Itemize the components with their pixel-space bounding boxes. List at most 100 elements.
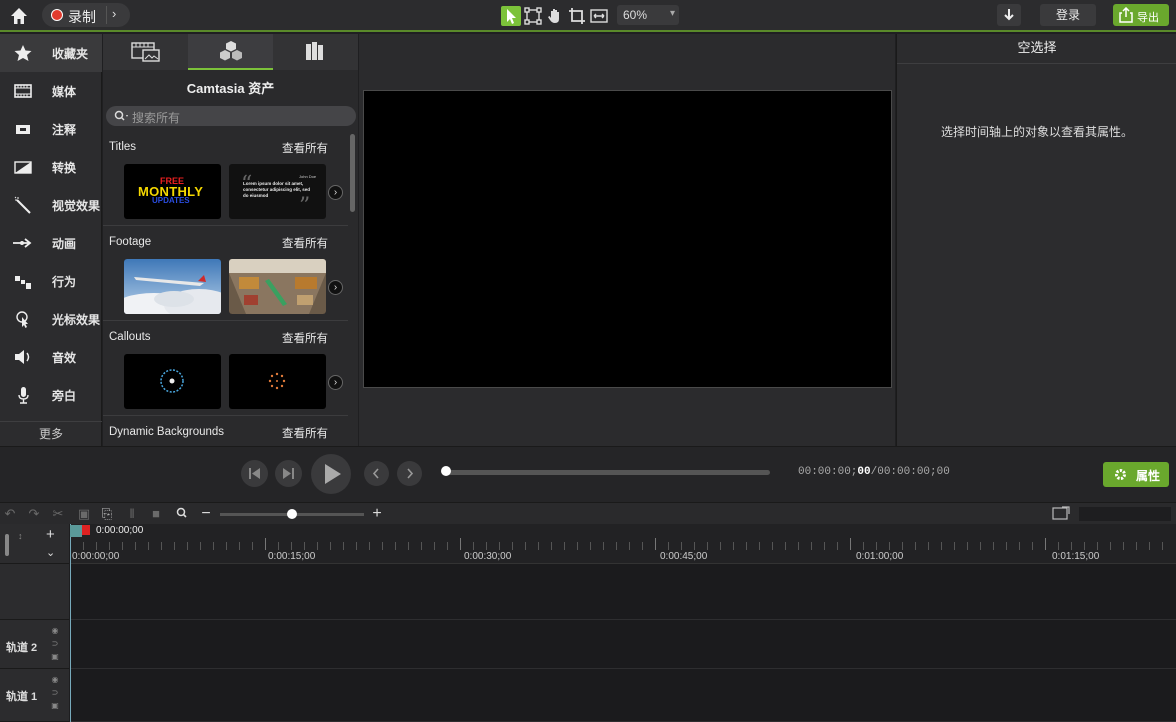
nav-item-transitions[interactable]: 转换 bbox=[0, 148, 102, 186]
ruler-tick bbox=[681, 542, 682, 550]
timeline-toolbar: ↶ ↷ ✂ ▣ ⎘ ‖ ■ − + bbox=[0, 502, 1176, 524]
add-track-icon[interactable]: + bbox=[46, 526, 55, 543]
split-icon[interactable]: ‖ bbox=[124, 506, 140, 522]
asset-thumb-circle-callout[interactable] bbox=[124, 354, 221, 409]
playhead-marker[interactable] bbox=[82, 525, 90, 535]
track-row-1[interactable] bbox=[70, 669, 1176, 722]
next-arrow-icon[interactable]: › bbox=[328, 185, 343, 200]
asset-thumb-airplane-clouds[interactable] bbox=[124, 259, 221, 314]
zoom-in-icon[interactable]: + bbox=[369, 506, 385, 522]
properties-button[interactable]: 属性 bbox=[1103, 462, 1169, 487]
step-back-icon bbox=[249, 468, 260, 479]
nav-item-voice-narration[interactable]: 旁白 bbox=[0, 376, 102, 414]
track-height-slider[interactable] bbox=[5, 534, 9, 556]
ruler-tick bbox=[96, 542, 97, 550]
assets-panel: Camtasia 资产 搜索所有 Titles 查看所有 FREE MONTHL… bbox=[103, 34, 358, 446]
fit-icon[interactable] bbox=[589, 6, 609, 26]
snapshot-icon[interactable]: ■ bbox=[148, 506, 164, 522]
nav-item-animations[interactable]: 动画 bbox=[0, 224, 102, 262]
record-button[interactable]: 录制 › bbox=[42, 3, 130, 27]
ruler-tick bbox=[746, 542, 747, 550]
previous-button[interactable] bbox=[364, 461, 389, 486]
asset-thumb-quote[interactable]: “ ” John Doe Lorem ipsum dolor sit amet,… bbox=[229, 164, 326, 219]
chevron-right-icon[interactable]: › bbox=[112, 6, 116, 21]
asset-thumb-spark-callout[interactable] bbox=[229, 354, 326, 409]
track-head-2[interactable]: 轨道 2 ◉ ⊃ ▣ bbox=[0, 620, 69, 669]
next-arrow-icon[interactable]: › bbox=[328, 375, 343, 390]
zoom-out-icon[interactable]: − bbox=[198, 506, 214, 522]
pan-icon[interactable] bbox=[545, 6, 565, 26]
view-all-link[interactable]: 查看所有 bbox=[282, 330, 328, 346]
crop-icon[interactable] bbox=[567, 6, 587, 26]
next-button[interactable] bbox=[397, 461, 422, 486]
asset-section-callouts: Callouts 查看所有 › bbox=[103, 321, 348, 416]
assets-scrollbar[interactable] bbox=[350, 134, 355, 212]
copy-icon[interactable]: ▣ bbox=[76, 506, 92, 522]
track-head-1[interactable]: 轨道 1 ◉ ⊃ ▣ bbox=[0, 669, 69, 722]
playback-progress[interactable] bbox=[446, 470, 770, 475]
timecode: 00:00:00;00/00:00:00;00 bbox=[798, 466, 950, 478]
tab-media-library[interactable] bbox=[103, 34, 188, 70]
zoom-to-fit-icon[interactable]: ↕ bbox=[18, 532, 23, 541]
nav-item-cursor-effects[interactable]: 光标效果 bbox=[0, 300, 102, 338]
track-controls[interactable]: ◉ ⊃ ▣ bbox=[50, 673, 60, 717]
playback-progress-knob[interactable] bbox=[441, 466, 451, 476]
timeline-zoom-knob[interactable] bbox=[287, 509, 297, 519]
asset-thumb-monthly-updates[interactable]: FREE MONTHLY UPDATES bbox=[124, 164, 221, 219]
download-button[interactable] bbox=[997, 4, 1021, 26]
nav-item-favorites[interactable]: 收藏夹 bbox=[0, 34, 102, 72]
ruler-tick bbox=[772, 542, 773, 550]
search-icon bbox=[114, 110, 128, 121]
zoom-select[interactable]: 60% ▾ bbox=[617, 5, 679, 25]
left-nav: 收藏夹 媒体 注释 转换 视觉效果 动画 行为 光标效果 音效 旁白 更多 bbox=[0, 34, 102, 446]
login-button[interactable]: 登录 bbox=[1040, 4, 1096, 26]
select-icon[interactable] bbox=[501, 6, 521, 26]
search-input[interactable]: 搜索所有 bbox=[106, 106, 356, 126]
next-arrow-icon[interactable]: › bbox=[328, 280, 343, 295]
asset-thumb-mall[interactable] bbox=[229, 259, 326, 314]
step-forward-button[interactable] bbox=[275, 460, 302, 487]
nav-item-visual-effects[interactable]: 视觉效果 bbox=[0, 186, 102, 224]
timeline-overview[interactable] bbox=[1079, 507, 1171, 521]
ruler-label: 0:00:30;00 bbox=[464, 551, 512, 562]
playhead-line[interactable] bbox=[70, 524, 71, 722]
track-row-empty[interactable] bbox=[70, 564, 1176, 620]
chevron-down-icon[interactable]: ⌄ bbox=[46, 546, 55, 559]
undo-icon[interactable]: ↶ bbox=[2, 506, 18, 522]
cut-icon[interactable]: ✂ bbox=[50, 506, 66, 522]
play-button[interactable] bbox=[311, 454, 351, 494]
ruler-tick bbox=[421, 542, 422, 550]
record-dot-icon bbox=[51, 9, 63, 21]
ruler-tick bbox=[499, 542, 500, 550]
view-all-link[interactable]: 查看所有 bbox=[282, 235, 328, 251]
nav-item-behaviors[interactable]: 行为 bbox=[0, 262, 102, 300]
nav-item-media[interactable]: 媒体 bbox=[0, 72, 102, 110]
properties-button-label: 属性 bbox=[1136, 469, 1161, 483]
tab-library[interactable] bbox=[273, 34, 358, 70]
detach-timeline-icon[interactable] bbox=[1052, 506, 1070, 522]
paste-icon[interactable]: ⎘ bbox=[99, 506, 115, 522]
view-all-link[interactable]: 查看所有 bbox=[282, 425, 328, 441]
more-button[interactable]: 更多 bbox=[0, 421, 102, 446]
export-label: 导出 bbox=[1137, 12, 1159, 24]
ruler-tick bbox=[473, 542, 474, 550]
preview-canvas[interactable] bbox=[363, 90, 892, 388]
ruler-tick bbox=[889, 542, 890, 550]
export-button[interactable]: 导出 bbox=[1113, 4, 1169, 26]
nav-item-annotations[interactable]: 注释 bbox=[0, 110, 102, 148]
tab-camtasia-assets[interactable] bbox=[188, 34, 273, 70]
redo-icon[interactable]: ↷ bbox=[26, 506, 42, 522]
nav-item-audio-effects[interactable]: 音效 bbox=[0, 338, 102, 376]
step-back-button[interactable] bbox=[241, 460, 268, 487]
zoom-search-icon[interactable] bbox=[175, 506, 191, 522]
home-icon[interactable] bbox=[8, 5, 30, 27]
timeline-ruler[interactable]: 0:00:00;00 0:00:15;00 0:00:30;00 0:00:45… bbox=[70, 524, 1176, 564]
playhead-handle[interactable] bbox=[70, 525, 82, 537]
transform-icon[interactable] bbox=[523, 6, 543, 26]
ruler-tick bbox=[629, 542, 630, 550]
media-library-icon bbox=[131, 42, 160, 62]
ruler-tick bbox=[291, 542, 292, 550]
track-row-2[interactable] bbox=[70, 620, 1176, 669]
track-controls[interactable]: ◉ ⊃ ▣ bbox=[50, 624, 60, 664]
view-all-link[interactable]: 查看所有 bbox=[282, 140, 328, 156]
